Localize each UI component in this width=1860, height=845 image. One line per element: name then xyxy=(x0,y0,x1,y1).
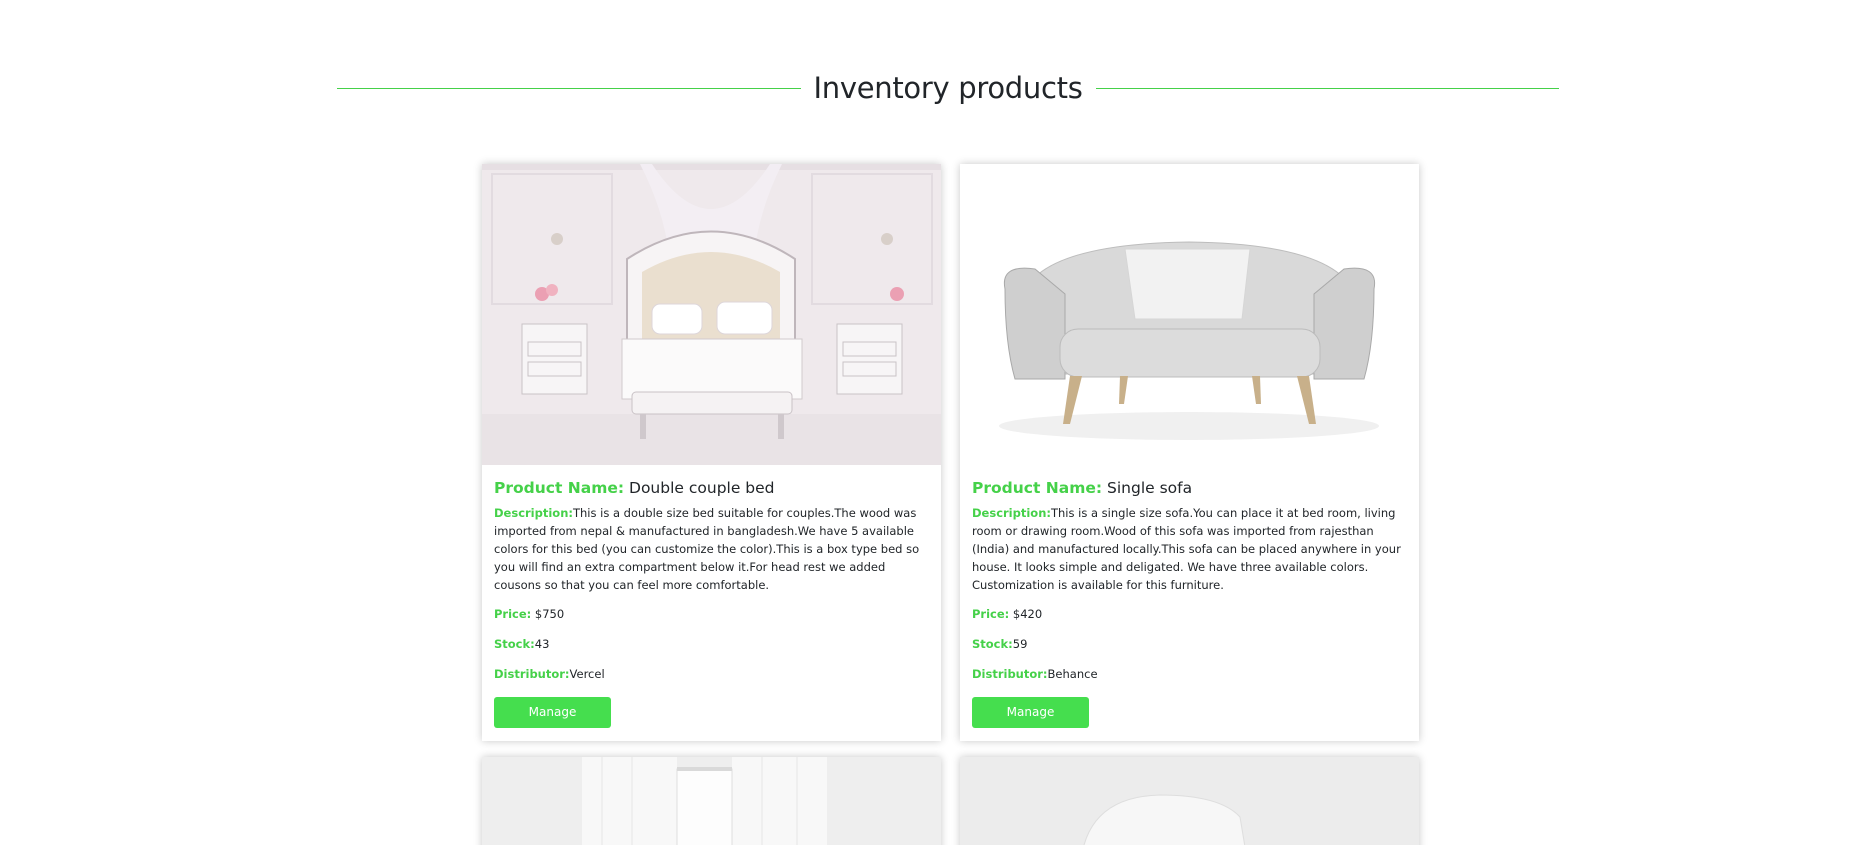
description-label: Description: xyxy=(494,506,573,520)
product-stock: Stock:59 xyxy=(972,635,1407,653)
manage-button[interactable]: Manage xyxy=(972,697,1089,728)
section-heading: Inventory products xyxy=(337,68,1560,108)
product-card-bed: Product Name: Double couple bed Descript… xyxy=(482,164,941,741)
product-image-chair xyxy=(960,757,1419,845)
distributor-label: Distributor: xyxy=(972,667,1048,681)
product-image-curtain xyxy=(482,757,941,845)
stock-label: Stock: xyxy=(972,637,1013,651)
product-card-curtain xyxy=(482,757,941,845)
price-label: Price: xyxy=(494,607,532,621)
product-name: Product Name: Double couple bed xyxy=(494,478,929,498)
page-title: Inventory products xyxy=(813,71,1083,105)
distributor-value: Behance xyxy=(1047,667,1098,681)
price-value: $750 xyxy=(534,607,565,621)
description-label: Description: xyxy=(972,506,1051,520)
product-name: Product Name: Single sofa xyxy=(972,478,1407,498)
product-image-sofa xyxy=(960,164,1419,465)
product-name-label: Product Name: xyxy=(494,479,625,497)
product-image-bed xyxy=(482,164,941,465)
product-description: Description:This is a double size bed su… xyxy=(494,504,929,594)
price-label: Price: xyxy=(972,607,1010,621)
product-price: Price: $420 xyxy=(972,605,1407,623)
stock-label: Stock: xyxy=(494,637,535,651)
price-value: $420 xyxy=(1012,607,1043,621)
distributor-value: Vercel xyxy=(569,667,605,681)
product-name-label: Product Name: xyxy=(972,479,1103,497)
stock-value: 43 xyxy=(534,637,550,651)
stock-value: 59 xyxy=(1012,637,1028,651)
product-description: Description:This is a single size sofa.Y… xyxy=(972,504,1407,594)
product-card-sofa: Product Name: Single sofa Description:Th… xyxy=(960,164,1419,741)
product-distributor: Distributor:Behance xyxy=(972,665,1407,683)
distributor-label: Distributor: xyxy=(494,667,570,681)
product-price: Price: $750 xyxy=(494,605,929,623)
product-stock: Stock:43 xyxy=(494,635,929,653)
manage-button[interactable]: Manage xyxy=(494,697,611,728)
heading-rule-left xyxy=(337,87,801,89)
product-distributor: Distributor:Vercel xyxy=(494,665,929,683)
product-name-value: Double couple bed xyxy=(629,479,775,497)
product-name-value: Single sofa xyxy=(1107,479,1193,497)
product-card-chair xyxy=(960,757,1419,845)
heading-rule-right xyxy=(1095,87,1560,89)
